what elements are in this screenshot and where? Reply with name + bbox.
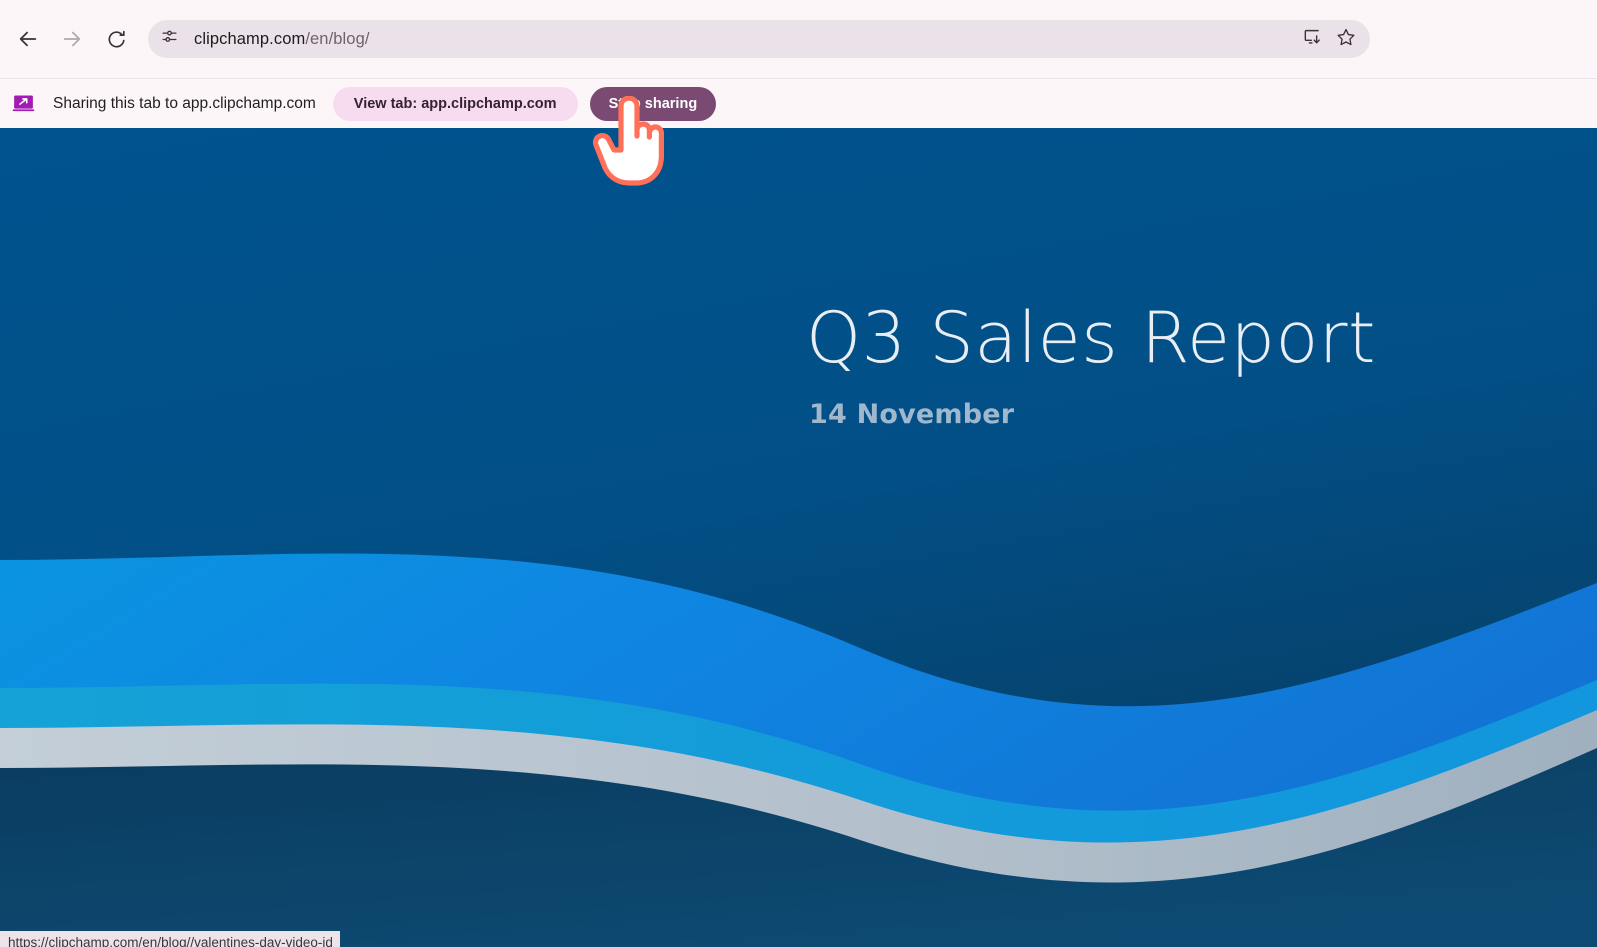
browser-window: clipchamp.com/en/blog/ Sharing this tab … [0,0,1597,947]
reload-button[interactable] [94,17,138,61]
bookmark-star-icon [1336,27,1356,52]
back-button[interactable] [6,17,50,61]
stop-sharing-button[interactable]: Stop sharing [589,86,717,121]
address-bar[interactable]: clipchamp.com/en/blog/ [148,20,1370,58]
screen-share-icon [10,91,36,117]
url-text[interactable]: clipchamp.com/en/blog/ [194,30,1294,49]
install-app-button[interactable] [1296,23,1328,55]
slide-background-artwork [0,128,1597,947]
sharing-status-text: Sharing this tab to app.clipchamp.com [53,94,316,112]
url-domain: clipchamp.com [194,29,306,48]
clipchamp-swirl-logo-icon [1418,843,1550,947]
bookmark-button[interactable] [1330,23,1362,55]
arrow-right-icon [61,28,83,50]
page-settings-icon [161,28,178,50]
view-tab-button[interactable]: View tab: app.clipchamp.com [332,86,578,121]
install-app-icon [1303,27,1322,51]
forward-button[interactable] [50,17,94,61]
browser-toolbar: clipchamp.com/en/blog/ [0,0,1597,78]
arrow-left-icon [17,28,39,50]
site-information-button[interactable] [154,24,184,54]
url-path: /en/blog/ [305,29,370,48]
presentation-slide: Q3 Sales Report 14 November [0,128,1597,947]
status-bar-url: https://clipchamp.com/en/blog//valentine… [8,934,332,947]
screen-share-bar: Sharing this tab to app.clipchamp.com Vi… [0,79,1597,128]
reload-icon [106,29,127,50]
status-bar-link: https://clipchamp.com/en/blog//valentine… [0,931,340,947]
